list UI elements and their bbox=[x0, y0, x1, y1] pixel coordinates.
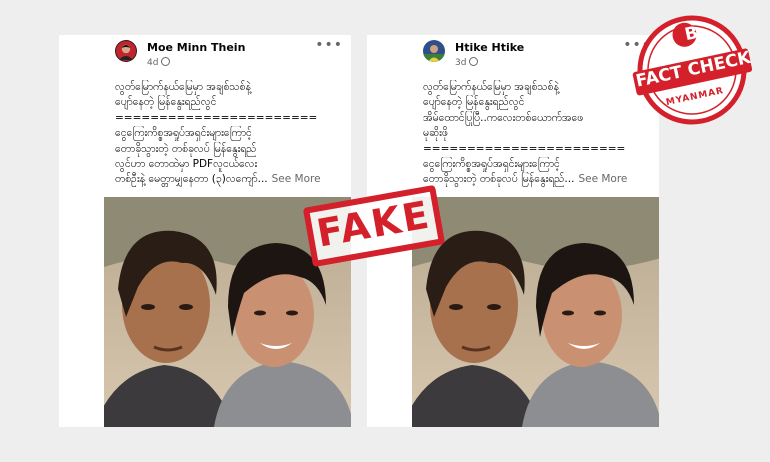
post-line: ငွေကြေးကိစ္စအရှုပ်အရှင်းများကြောင့် bbox=[115, 127, 252, 140]
author-avatar[interactable] bbox=[423, 40, 445, 62]
more-options-button[interactable]: ••• bbox=[315, 37, 343, 53]
post-line-last: တောခိုသွားတဲ့ တစ်ခုလပ် မြန်နွေးရည်... See… bbox=[423, 172, 659, 187]
post-line: တစ်ဦးနဲ့ မေတ္တာမျှနေတာ (၃)လကျော်... bbox=[115, 173, 268, 186]
post-line: လွင်ဟာ တောထဲမှာ PDFလူငယ်လေး bbox=[115, 158, 258, 171]
post-line: တောခိုသွားတဲ့ တစ်ခုလပ် မြန်နွေးရည်... bbox=[423, 173, 575, 186]
fact-check-badge: B FACT CHECK MYANMAR bbox=[627, 8, 757, 132]
post-line: အိမ်ထောင်ပြုပြီ..ကလေးတစ်ယောက်အဖေ bbox=[423, 111, 584, 124]
post-line: ပျော်နေတဲ့ မြန်နွေးရည်လွင် bbox=[115, 96, 217, 109]
author-avatar[interactable] bbox=[115, 40, 137, 62]
post-line: ငွေကြေးကိစ္စအရှုပ်အရှင်းများကြောင့် bbox=[423, 158, 560, 171]
post-timestamp[interactable]: 3d bbox=[455, 57, 479, 68]
author-name[interactable]: Htike Htike bbox=[455, 41, 524, 54]
post-line: လွတ်မြောက်နယ်မြေမှာ အချစ်သစ်နဲ့ bbox=[423, 81, 559, 93]
post-line: မုဆိုးဖို bbox=[423, 127, 448, 140]
globe-icon bbox=[469, 57, 479, 66]
see-more-link[interactable]: See More bbox=[578, 173, 627, 185]
post-text: လွတ်မြောက်နယ်မြေမှာ အချစ်သစ်နဲ့ ပျော်နေတ… bbox=[115, 80, 351, 188]
post-text: လွတ်မြောက်နယ်မြေမှာ အချစ်သစ်နဲ့ ပျော်နေတ… bbox=[423, 80, 659, 188]
post-line: ပျော်နေတဲ့ မြန်နွေးရည်လွင် bbox=[423, 96, 525, 109]
post-photo[interactable] bbox=[412, 197, 659, 427]
post-line: ======================= bbox=[423, 142, 626, 155]
time-label: 4d bbox=[147, 58, 159, 68]
post-line: တောခိုသွားတဲ့ တစ်ခုလပ် မြန်နွေးရည် bbox=[115, 142, 257, 155]
post-line-last: တစ်ဦးနဲ့ မေတ္တာမျှနေတာ (၃)လကျော်... See M… bbox=[115, 172, 351, 187]
time-label: 3d bbox=[455, 58, 467, 68]
globe-icon bbox=[161, 57, 171, 66]
post-line: လွတ်မြောက်နယ်မြေမှာ အချစ်သစ်နဲ့ bbox=[115, 81, 251, 93]
see-more-link[interactable]: See More bbox=[272, 173, 321, 185]
post-line: ======================= bbox=[115, 111, 318, 124]
post-timestamp[interactable]: 4d bbox=[147, 57, 171, 68]
author-name[interactable]: Moe Minn Thein bbox=[147, 41, 245, 54]
